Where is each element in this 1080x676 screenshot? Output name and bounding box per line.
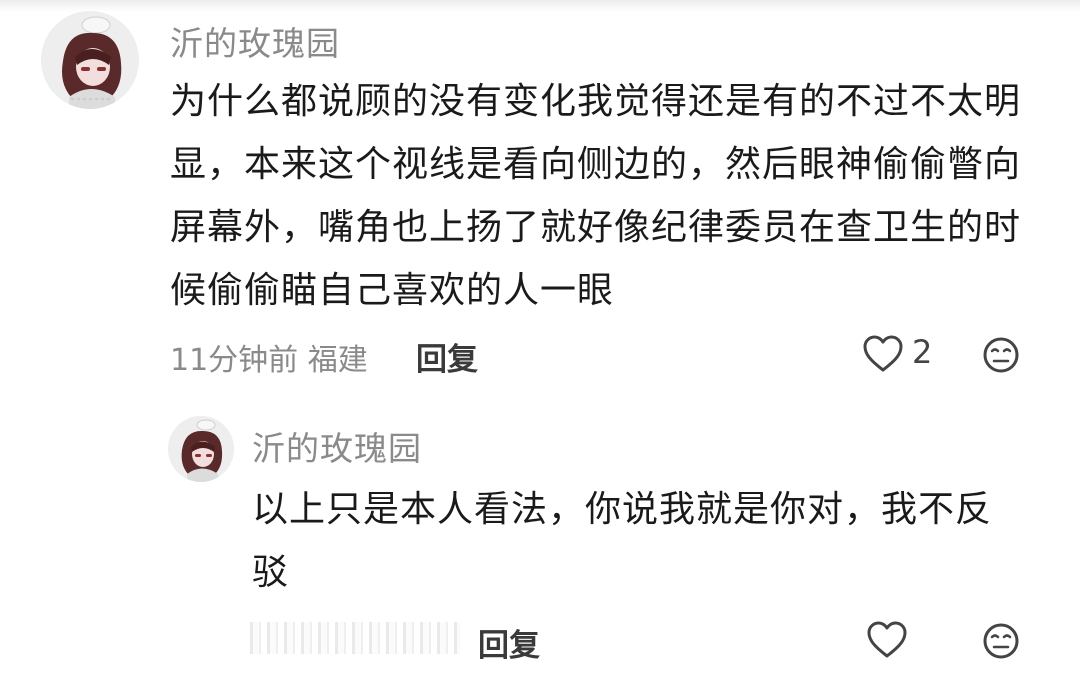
username[interactable]: 沂的玫瑰园 — [252, 422, 422, 470]
reply-text: 以上只是本人看法，你说我就是你对，我不反驳 — [252, 489, 993, 593]
heart-outline-icon — [863, 335, 903, 372]
like-count: 2 — [912, 333, 933, 371]
dislike-button[interactable] — [982, 336, 1020, 374]
neutral-face-icon — [983, 623, 1019, 659]
comment-text: 为什么都说顾的没有变化我觉得还是有的不过不太明显，本来这个视线是看向侧边的，然后… — [170, 81, 1022, 311]
like-button[interactable] — [866, 620, 908, 660]
top-edge-shadow — [0, 0, 1080, 12]
like-button[interactable] — [862, 334, 904, 374]
comment-meta: 11分钟前 福建 — [170, 343, 368, 378]
avatar[interactable] — [41, 11, 139, 109]
reply-button[interactable]: 回复 — [416, 334, 478, 379]
heart-outline-icon — [867, 621, 907, 658]
reply-meta-obscured — [250, 622, 460, 654]
avatar[interactable] — [168, 416, 234, 482]
neutral-face-icon — [983, 337, 1019, 373]
dislike-button[interactable] — [982, 622, 1020, 660]
reply-button[interactable]: 回复 — [478, 620, 540, 665]
avatar-illustration — [41, 11, 139, 109]
avatar-illustration — [168, 416, 234, 482]
username[interactable]: 沂的玫瑰园 — [170, 17, 340, 65]
